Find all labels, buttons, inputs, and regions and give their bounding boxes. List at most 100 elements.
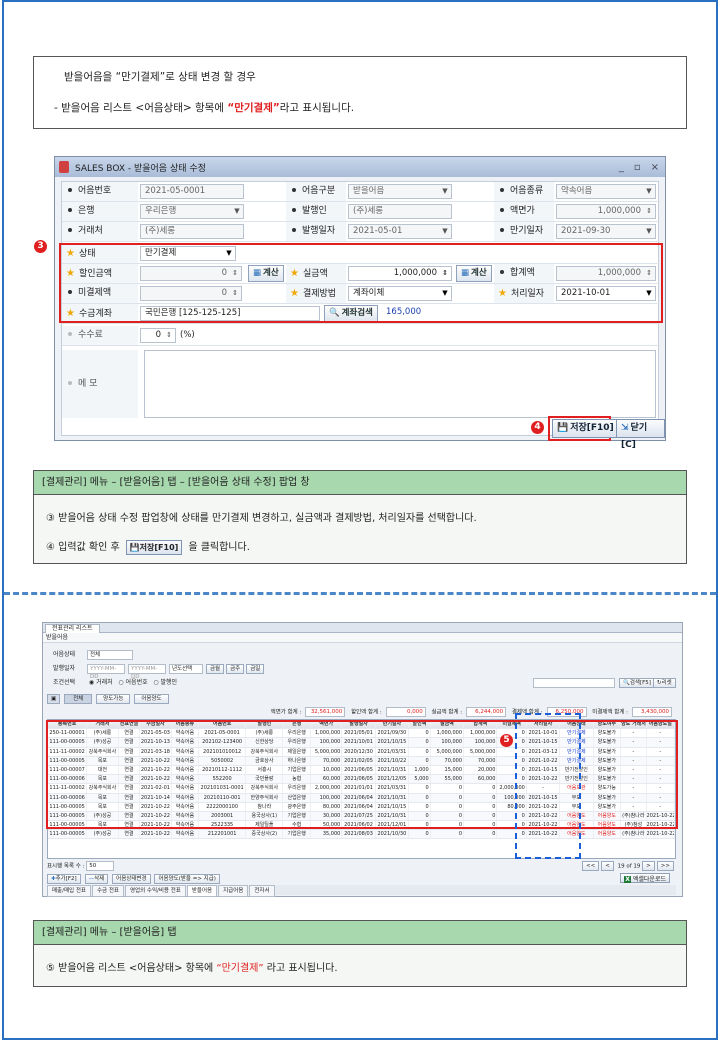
- form-row-1: 어음번호 2021-05-0001 어음구분 받을어음 ▼ 어음종류 약속어음 ▼: [62, 182, 660, 202]
- pager: 표시행 목록 수 : 50 << < 19 of 19 > >>: [47, 861, 676, 871]
- table-cell: 기업은행: [283, 830, 311, 839]
- bank-select[interactable]: 우리은행 ▼: [140, 204, 244, 219]
- status-filter-select[interactable]: 전체: [87, 649, 133, 660]
- bill-type-select[interactable]: 받을어음 ▼: [348, 184, 452, 199]
- filter-row-condition: 조건선택 ◉ 거래처 ○ 어음번호 ○ 발행인 🔍검색[F5] ↻리셋: [47, 677, 680, 689]
- tab-transferable[interactable]: 양도가능: [96, 693, 131, 704]
- filter-row-status: 어음상태 전체: [47, 649, 136, 661]
- filter-row-date: 발행일자 YYYY-MM-DDYYYY-MM-DD년도선택 금월 금주 금일: [47, 663, 266, 680]
- sum-face-value: 32,561,000: [305, 707, 346, 717]
- last-page-button[interactable]: >>: [656, 861, 674, 871]
- maximize-icon[interactable]: ▫: [634, 162, 641, 173]
- this-month-button[interactable]: 금월: [206, 663, 225, 674]
- next-page-button[interactable]: >: [642, 861, 655, 871]
- bottom-tab[interactable]: 수금 전표: [91, 885, 124, 897]
- table-cell: 111-00-00005: [48, 830, 88, 839]
- popup-titlebar: SALES BOX - 받을어음 상태 수정 _ ▫ ×: [55, 157, 665, 177]
- table-cell: 0: [431, 830, 465, 839]
- table-cell: (주)참나라: [621, 830, 647, 839]
- note-line-2-suffix: 라고 표시됩니다.: [279, 102, 355, 114]
- memo-textarea[interactable]: [144, 350, 656, 418]
- step-badge-4: 4: [531, 421, 544, 434]
- date-from-field[interactable]: YYYY-MM-DD: [87, 663, 125, 680]
- close-icon[interactable]: ×: [651, 162, 659, 173]
- radio-issuer[interactable]: ○ 발행인: [153, 679, 177, 686]
- bottom-tab[interactable]: 받을어음: [186, 885, 218, 897]
- fee-field[interactable]: 0 ⇕: [140, 328, 176, 343]
- radio-bill-no[interactable]: ○ 어음번호: [118, 679, 147, 686]
- radio-client[interactable]: ◉ 거래처: [89, 679, 113, 686]
- search-icon: 🔍: [623, 680, 630, 686]
- date-to-field[interactable]: YYYY-MM-DD: [128, 663, 166, 680]
- explanation-1-header: [결제관리] 메뉴 – [받을어음] 탭 – [받을어음 상태 수정] 팝업 창: [34, 471, 686, 495]
- search-button[interactable]: 🔍검색[F5]: [619, 678, 655, 688]
- label-bill-kind: 어음종류: [494, 182, 554, 201]
- bottom-tab[interactable]: 지급어음: [218, 885, 249, 897]
- table-cell: (주)성공: [87, 830, 119, 839]
- table-cell: 212201001: [199, 830, 247, 839]
- sum-unpaid: 3,430,000: [632, 707, 672, 717]
- bill-kind-select[interactable]: 약속어음 ▼: [556, 184, 656, 199]
- first-page-button[interactable]: <<: [582, 861, 600, 871]
- highlight-box-list: [46, 720, 678, 829]
- app-logo-icon: [59, 161, 69, 173]
- today-button[interactable]: 금일: [246, 663, 265, 674]
- table-cell: 2021/10/30: [376, 830, 410, 839]
- bill-list-window: 전표관리 리스트 받을어음 어음상태 전체 발행일자 YYYY-MM-DDYYYY-…: [42, 622, 683, 897]
- page-size-select[interactable]: 50: [86, 861, 115, 871]
- excel-download-button[interactable]: X 엑셀다운로드: [620, 873, 670, 883]
- due-date-field[interactable]: 2021-09-30 ▼: [556, 224, 656, 239]
- explanation-box-2: [결제관리] 메뉴 – [받을어음] 탭 ⑤ 받을어음 리스트 <어음상태> 항…: [33, 920, 687, 987]
- table-cell: 어음양도: [594, 830, 622, 839]
- table-cell: 2021-10-22: [646, 830, 675, 839]
- label-fee: 수수료: [62, 326, 138, 345]
- explanation-1-line-1: ③ 받을어음 상태 수정 팝업창에 상태를 만기결제 변경하고, 실금액과 결제…: [46, 513, 477, 524]
- table-cell: 0: [409, 830, 431, 839]
- bill-no-field: 2021-05-0001: [140, 184, 244, 199]
- icon-button[interactable]: ▣: [47, 693, 61, 704]
- label-memo: 메 모: [62, 350, 138, 418]
- prev-page-button[interactable]: <: [601, 861, 614, 871]
- transfer-button[interactable]: 어음양도(받을 => 지급): [154, 873, 220, 884]
- year-select[interactable]: 년도선택: [169, 663, 203, 674]
- tab-bill-list[interactable]: 전표관리 리스트: [45, 624, 100, 633]
- bottom-tab[interactable]: 매출/매입 전표: [47, 885, 91, 897]
- bottom-tab[interactable]: 영업외 수익/비용 전표: [124, 885, 186, 897]
- explanation-2-line-1: ⑤ 받을어음 리스트 <어음상태> 항목에 “만기결제” 라고 표시됩니다.: [46, 963, 338, 974]
- table-cell: 중국상사(2): [246, 830, 284, 839]
- label-client: 거래처: [62, 222, 138, 241]
- reset-button[interactable]: ↻리셋: [653, 678, 676, 688]
- exit-icon: ⇲: [621, 423, 629, 433]
- add-button[interactable]: ✚추가[F2]: [47, 873, 81, 884]
- page-info: 19 of 19: [617, 863, 641, 870]
- highlight-box-3: [59, 243, 663, 323]
- save-icon: 💾: [557, 423, 569, 433]
- table-cell: 35,000: [311, 830, 343, 839]
- save-icon: 💾: [129, 542, 140, 552]
- issue-date-field[interactable]: 2021-05-01 ▼: [348, 224, 452, 239]
- step-badge-5: 5: [500, 734, 513, 747]
- note-highlight: “만기결제”: [227, 102, 280, 114]
- highlight-status-column: [515, 713, 581, 859]
- sum-discount: 0,000: [385, 707, 426, 717]
- explanation-2-header: [결제관리] 메뉴 – [받을어음] 탭: [34, 921, 686, 945]
- form-row-8: 수수료 0 ⇕ (%): [62, 326, 660, 346]
- fee-unit: (%): [180, 330, 195, 340]
- bottom-tab[interactable]: 전자서: [249, 885, 275, 897]
- label-issuer: 발행인: [286, 202, 346, 221]
- list-action-buttons: ✚추가[F2] —삭제 어음상태변경 어음양도(받을 => 지급) X 엑셀다운로…: [47, 873, 676, 884]
- delete-button[interactable]: —삭제: [84, 873, 109, 884]
- label-bill-no: 어음번호: [62, 182, 138, 201]
- excel-icon: X: [624, 876, 631, 883]
- tab-transferred[interactable]: 어음양도: [134, 693, 169, 704]
- condition-search-input[interactable]: [533, 678, 615, 688]
- form-row-2: 은행 우리은행 ▼ 발행인 (주)세롱 액면가 1,000,000 ⇕: [62, 202, 660, 222]
- tab-all[interactable]: 전체: [64, 693, 93, 704]
- this-week-button[interactable]: 금주: [226, 663, 245, 674]
- table-cell: 2021-10-22: [140, 830, 172, 839]
- minimize-icon[interactable]: _: [619, 162, 624, 173]
- summary-bar: 액면가 합계 :32,561,000 할인액 합계 :0,000 실금액 합계 …: [47, 707, 676, 718]
- save-button[interactable]: 💾 저장[F10]: [552, 419, 619, 438]
- state-change-button[interactable]: 어음상태변경: [112, 873, 151, 884]
- close-button[interactable]: ⇲ 닫기[C]: [616, 419, 665, 450]
